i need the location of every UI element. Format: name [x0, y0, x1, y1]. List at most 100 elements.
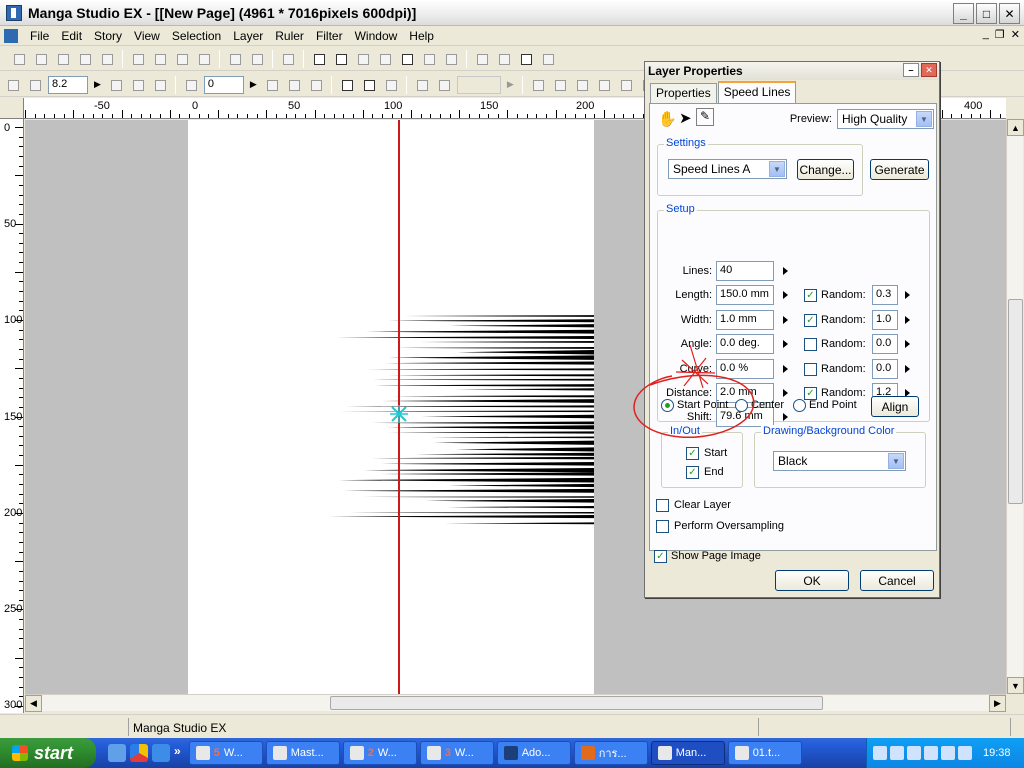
zoom-input[interactable]: 8.2	[48, 75, 88, 94]
quick-launch-ie-icon[interactable]	[152, 744, 170, 762]
quick-launch-desktop-icon[interactable]	[108, 744, 126, 762]
random-value-input[interactable]: 0.0	[872, 359, 898, 379]
tab-speed-lines[interactable]: Speed Lines	[717, 81, 797, 103]
value-arrow-icon[interactable]	[783, 365, 788, 373]
layer-properties-icon[interactable]	[517, 50, 535, 68]
setup-value-input[interactable]: 150.0 mm	[716, 285, 774, 305]
minimize-button[interactable]: _	[953, 3, 974, 24]
vertical-scrollbar[interactable]: ▲ ▼	[1006, 119, 1024, 694]
actual-size-icon[interactable]	[129, 76, 147, 94]
align-button[interactable]: Align	[871, 396, 919, 417]
cancel-button[interactable]: Cancel	[860, 570, 934, 591]
fit-page-icon[interactable]	[107, 76, 125, 94]
scroll-down-button[interactable]: ▼	[1007, 677, 1024, 694]
undo-icon[interactable]	[226, 50, 244, 68]
menu-layer[interactable]: Layer	[227, 29, 269, 43]
random-value-input[interactable]: 0.3	[872, 285, 898, 305]
menu-edit[interactable]: Edit	[55, 29, 88, 43]
balloon-icon[interactable]	[435, 76, 453, 94]
tray-volume-icon[interactable]	[907, 746, 921, 760]
end-point-radio[interactable]	[793, 399, 806, 412]
play-icon[interactable]	[539, 50, 557, 68]
copy-icon[interactable]	[151, 50, 169, 68]
rotation-arrow-icon[interactable]: ▶	[250, 79, 257, 90]
setup-value-input[interactable]: 0.0 %	[716, 359, 774, 379]
dialog-minimize-button[interactable]: –	[903, 63, 919, 77]
lines-icon[interactable]	[617, 76, 635, 94]
menu-help[interactable]: Help	[403, 29, 440, 43]
setup-value-input[interactable]: 0.0 deg.	[716, 334, 774, 354]
task-button-messenger[interactable]: 5 W...	[188, 741, 263, 765]
value-arrow-icon[interactable]	[783, 267, 788, 275]
random-arrow-icon[interactable]	[905, 316, 910, 324]
doc-close-button[interactable]: ✕	[1011, 28, 1020, 41]
open-icon[interactable]	[54, 50, 72, 68]
tone-icon[interactable]	[376, 50, 394, 68]
palette-icon[interactable]	[473, 50, 491, 68]
random-arrow-icon[interactable]	[905, 291, 910, 299]
3d-icon[interactable]	[573, 76, 591, 94]
tray-update-icon[interactable]	[941, 746, 955, 760]
ruler-tool-icon[interactable]	[529, 76, 547, 94]
menu-window[interactable]: Window	[349, 29, 404, 43]
flip-h-icon[interactable]	[285, 76, 303, 94]
flip-v-icon[interactable]	[307, 76, 325, 94]
zoom-in-icon[interactable]	[4, 76, 22, 94]
zoom-arrow-icon[interactable]: ▶	[94, 79, 101, 90]
dialog-close-button[interactable]: ✕	[921, 63, 937, 77]
menu-view[interactable]: View	[128, 29, 166, 43]
menu-file[interactable]: File	[24, 29, 55, 43]
check-icon[interactable]	[420, 50, 438, 68]
tab-properties[interactable]: Properties	[650, 83, 717, 103]
value-arrow-icon[interactable]	[783, 389, 788, 397]
task-button-explorer[interactable]: 3 W...	[419, 741, 494, 765]
layer-icon[interactable]	[354, 50, 372, 68]
random-checkbox[interactable]: ✓	[804, 289, 817, 302]
start-point-radio[interactable]	[661, 399, 674, 412]
frame-icon[interactable]	[413, 76, 431, 94]
tray-messenger-icon[interactable]	[958, 746, 972, 760]
rotate-icon[interactable]	[182, 76, 200, 94]
menu-filter[interactable]: Filter	[310, 29, 349, 43]
task-button-word[interactable]: 2 W...	[342, 741, 417, 765]
scroll-right-button[interactable]: ▶	[989, 695, 1006, 712]
overflow-chevron-icon[interactable]: »	[174, 744, 181, 762]
page-view-icon[interactable]	[310, 50, 328, 68]
paste-icon[interactable]	[173, 50, 191, 68]
rotation-input[interactable]: 0	[203, 75, 244, 94]
menu-story[interactable]: Story	[88, 29, 128, 43]
horizontal-scrollbar[interactable]: ◀ ▶	[25, 694, 1006, 712]
pen-tool-icon[interactable]: ✎	[696, 108, 714, 126]
deform-icon[interactable]	[382, 76, 400, 94]
scroll-left-button[interactable]: ◀	[25, 695, 42, 712]
cut-icon[interactable]	[129, 50, 147, 68]
ok-button[interactable]: OK	[775, 570, 849, 591]
grid-icon[interactable]	[398, 50, 416, 68]
task-button-adobe[interactable]: Ado...	[496, 741, 571, 765]
pattern-icon[interactable]	[595, 76, 613, 94]
setup-value-input[interactable]: 40	[716, 261, 774, 281]
redo-icon[interactable]	[248, 50, 266, 68]
zoom-out-icon[interactable]	[26, 76, 44, 94]
save-all-icon[interactable]	[98, 50, 116, 68]
clear-layer-checkbox[interactable]	[656, 499, 669, 512]
random-value-input[interactable]: 0.0	[872, 334, 898, 354]
settings-select[interactable]: Speed Lines A ▼	[668, 159, 787, 179]
story-view-icon[interactable]	[332, 50, 350, 68]
preview-select[interactable]: High Quality ▼	[837, 109, 934, 129]
random-arrow-icon[interactable]	[905, 340, 910, 348]
vertical-scroll-thumb[interactable]	[1008, 299, 1023, 504]
end-checkbox[interactable]: ✓	[686, 466, 699, 479]
center-radio[interactable]	[735, 399, 748, 412]
tray-network-icon[interactable]	[890, 746, 904, 760]
save-icon[interactable]	[76, 50, 94, 68]
menu-ruler[interactable]: Ruler	[269, 29, 310, 43]
task-button-firefox[interactable]: การ...	[573, 741, 648, 765]
export-icon[interactable]	[442, 50, 460, 68]
random-checkbox[interactable]	[804, 363, 817, 376]
tray-chevron-icon[interactable]	[873, 746, 887, 760]
quick-launch-media-icon[interactable]	[130, 744, 148, 762]
close-button[interactable]: ✕	[999, 3, 1020, 24]
delete-icon[interactable]	[195, 50, 213, 68]
random-checkbox[interactable]	[804, 338, 817, 351]
